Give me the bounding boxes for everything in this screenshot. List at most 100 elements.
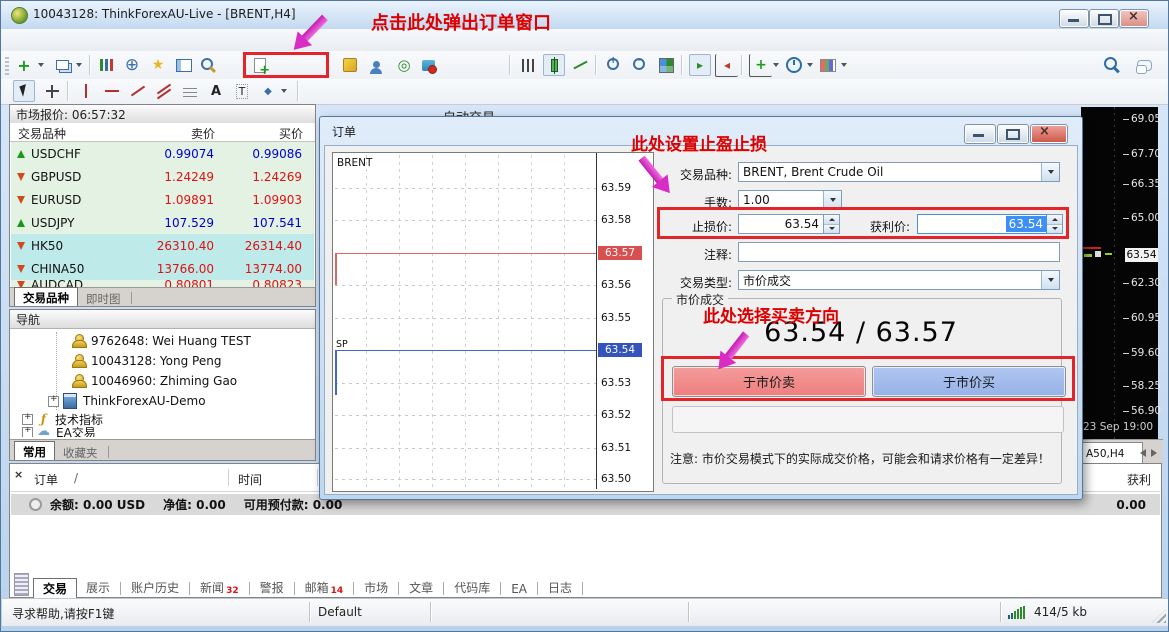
tab-common[interactable]: 常用	[14, 441, 55, 460]
periods-icon[interactable]	[783, 54, 805, 76]
arrows-dropdown-icon[interactable]	[279, 80, 288, 102]
cursor-tool-icon[interactable]	[13, 80, 35, 102]
new-chart-dropdown-icon[interactable]	[36, 54, 45, 76]
indicators-dropdown-icon[interactable]	[771, 54, 780, 76]
trendline-tool-icon[interactable]	[127, 80, 149, 102]
bar-chart-icon[interactable]	[517, 54, 539, 76]
comment-label: 注释:	[672, 246, 732, 263]
chart-tab[interactable]: A50,H4	[1081, 442, 1143, 464]
periods-dropdown-icon[interactable]	[805, 54, 814, 76]
new-chart-button[interactable]	[13, 54, 35, 76]
tab-account-history[interactable]: 账户历史	[122, 577, 188, 598]
dialog-restore-button[interactable]	[997, 124, 1029, 144]
tree-account-1[interactable]: 9762648: Wei Huang TEST	[72, 332, 251, 350]
tree-ea[interactable]: ☁ EA交易	[22, 427, 96, 437]
zoom-in-icon[interactable]	[603, 54, 625, 76]
dialog-minimize-button[interactable]	[964, 124, 996, 144]
styler-icon[interactable]	[339, 54, 361, 76]
minimize-button[interactable]	[1059, 9, 1089, 28]
account-icon	[72, 354, 85, 368]
community-icon[interactable]	[365, 54, 387, 76]
status-bar: 寻求帮助,请按F1键 Default 414/5 kb	[2, 598, 1169, 626]
tab-mailbox[interactable]: 邮箱14	[296, 577, 353, 598]
arrows-tool-icon[interactable]	[257, 80, 279, 102]
indicators-icon[interactable]	[749, 54, 772, 77]
mw-row-gbpusd[interactable]: GBPUSD 1.24249 1.24269	[11, 165, 314, 189]
templates-icon[interactable]	[817, 54, 839, 76]
maximize-button[interactable]	[1089, 9, 1119, 28]
expand-icon[interactable]	[22, 427, 33, 437]
expand-icon[interactable]	[48, 396, 59, 407]
tree-account-3[interactable]: 10046960: Zhiming Gao	[72, 372, 237, 390]
tick-chart-symbol: BRENT	[337, 157, 372, 169]
terminal-close-icon[interactable]: ×	[14, 468, 23, 481]
text-tool-icon[interactable]	[205, 80, 227, 102]
mw-row-usdchf[interactable]: USDCHF 0.99074 0.99086	[11, 142, 314, 166]
tree-indicators[interactable]: ƒ 技术指标	[22, 410, 103, 428]
autotrading-icon[interactable]	[417, 54, 439, 76]
line-chart-icon[interactable]	[569, 54, 591, 76]
symbol-select[interactable]: BRENT, Brent Crude Oil	[738, 162, 1060, 182]
profiles-dropdown-icon[interactable]	[74, 54, 83, 76]
candlestick-chart-icon[interactable]	[543, 54, 565, 76]
col-ask[interactable]: 买价	[219, 125, 303, 142]
tick-axis-price: 63.59	[601, 182, 631, 194]
col-order[interactable]: 订单	[34, 471, 58, 488]
fibonacci-tool-icon[interactable]	[179, 80, 201, 102]
profiles-button[interactable]	[51, 54, 73, 76]
mw-row-eurusd[interactable]: EURUSD 1.09891 1.09903	[11, 188, 314, 212]
search-icon[interactable]	[1103, 54, 1125, 76]
chat-icon[interactable]	[1133, 54, 1155, 76]
chart-shift-icon[interactable]	[689, 54, 711, 76]
mw-row-usdjpy[interactable]: USDJPY 107.529 107.541	[11, 211, 314, 235]
up-arrow-icon	[17, 150, 25, 158]
auto-scroll-icon[interactable]	[715, 54, 738, 77]
mw-row-hk50[interactable]: HK50 26310.40 26314.40	[11, 234, 314, 258]
market-watch-toggle-icon[interactable]	[95, 54, 117, 76]
tab-alerts[interactable]: 警报	[251, 577, 293, 598]
expand-icon[interactable]	[22, 414, 33, 425]
tab-exposure[interactable]: 展示	[77, 577, 119, 598]
signals-icon[interactable]	[393, 54, 415, 76]
text-label-tool-icon[interactable]	[231, 80, 253, 102]
dialog-close-button[interactable]	[1030, 124, 1068, 144]
terminal-drag-handle[interactable]	[14, 573, 29, 596]
strategy-tester-icon[interactable]	[199, 54, 221, 76]
vertical-line-tool-icon[interactable]	[75, 80, 97, 102]
tab-tick-chart[interactable]: 即时图	[78, 290, 129, 306]
tab-journal[interactable]: 日志	[539, 577, 581, 598]
col-symbol[interactable]: 交易品种	[18, 125, 66, 142]
tab-news[interactable]: 新闻32	[191, 577, 248, 598]
resize-grip[interactable]	[1152, 609, 1166, 623]
order-type-select[interactable]: 市价成交	[738, 270, 1060, 290]
close-button[interactable]	[1119, 9, 1149, 28]
tab-market[interactable]: 市场	[355, 577, 397, 598]
navigator-toggle-icon[interactable]	[147, 54, 169, 76]
tab-articles[interactable]: 文章	[400, 577, 442, 598]
col-bid[interactable]: 卖价	[125, 125, 215, 142]
toolbar-drag-handle[interactable]	[5, 55, 9, 75]
data-window-toggle-icon[interactable]	[121, 54, 143, 76]
tab-scroll-right-icon[interactable]	[1151, 449, 1157, 457]
tab-scroll-left-icon[interactable]	[1140, 449, 1146, 457]
crosshair-tool-icon[interactable]	[41, 80, 63, 102]
comment-input[interactable]	[738, 242, 1060, 262]
tree-server-demo[interactable]: ThinkForexAU-Demo	[48, 392, 206, 410]
tile-windows-icon[interactable]	[655, 54, 677, 76]
zoom-out-icon[interactable]	[629, 54, 651, 76]
horizontal-line-tool-icon[interactable]	[101, 80, 123, 102]
tree-account-2[interactable]: 10043128: Yong Peng	[72, 352, 221, 370]
templates-dropdown-icon[interactable]	[839, 54, 848, 76]
mw-row-china50[interactable]: CHINA50 13766.00 13774.00	[11, 257, 314, 281]
channel-tool-icon[interactable]	[153, 80, 175, 102]
tab-symbols[interactable]: 交易品种	[14, 287, 78, 306]
main-chart-area[interactable]: 69.05 67.70 66.35 65.00 62.30 60.95 59.6…	[1081, 107, 1158, 439]
col-profit[interactable]: 获利	[1105, 471, 1151, 488]
tab-trade[interactable]: 交易	[33, 578, 77, 598]
tab-codebase[interactable]: 代码库	[445, 577, 499, 598]
status-profile[interactable]: Default	[318, 605, 362, 619]
tab-experts[interactable]: EA	[502, 577, 536, 598]
terminal-toggle-icon[interactable]	[173, 54, 195, 76]
col-time[interactable]: 时间	[238, 471, 262, 488]
tab-favorites[interactable]: 收藏夹	[55, 444, 106, 460]
